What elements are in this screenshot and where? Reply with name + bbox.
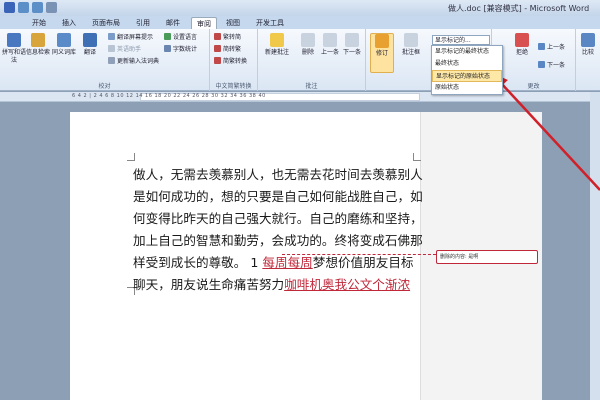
tab-references[interactable]: 引用 [132, 17, 154, 29]
option-final-showing-markup[interactable]: 显示标记的最终状态 [432, 46, 502, 58]
ribbon-tabs: 开始 插入 页面布局 引用 邮件 审阅 视图 开发工具 [0, 16, 600, 29]
english-assistant-button[interactable]: 英语助手 [108, 45, 141, 54]
title-bar: 做人.doc [兼容模式] - Microsoft Word [0, 0, 600, 16]
tab-insert[interactable]: 插入 [58, 17, 80, 29]
print-icon[interactable] [46, 2, 57, 13]
screentip-icon [108, 33, 115, 40]
group-compare: 比较 [576, 29, 600, 91]
dictionary-icon [108, 57, 115, 64]
inserted-text: 咖啡机奥我公文个渐浓 [284, 277, 411, 292]
group-label-comments: 批注 [305, 83, 318, 90]
thesaurus-icon [57, 33, 71, 47]
next-icon [538, 61, 545, 68]
language-icon [164, 33, 171, 40]
word-count-icon [164, 45, 171, 52]
translate-icon [83, 33, 97, 47]
next-change-button[interactable]: 下一条 [538, 61, 565, 70]
document-line: 样受到成长的尊敬。 1 每周每周梦想价值朋友目标 [133, 255, 414, 270]
crop-mark-top-left [127, 153, 135, 161]
group-comments: 新建批注 删除 上一条 下一条 批注 [258, 29, 366, 91]
assistant-icon [108, 45, 115, 52]
group-chinese-conversion: 繁转简 简转繁 简繁转换 中文简繁转换 [210, 29, 258, 91]
spelling-icon [7, 33, 21, 47]
compare-icon [581, 33, 595, 47]
tab-view[interactable]: 视图 [222, 17, 244, 29]
document-line: 加上自己的智慧和勤劳，会成功的。终将变成石佛那 [133, 233, 423, 248]
document-line: 做人，无需去羡慕别人，也无需去花时间去羡慕别人 [133, 167, 423, 182]
delete-icon [301, 33, 315, 47]
balloon-connector [282, 254, 436, 255]
tab-home[interactable]: 开始 [28, 17, 50, 29]
compare-button[interactable]: 比较 [578, 33, 598, 57]
chinese-conversion-button[interactable]: 简繁转换 [214, 57, 247, 66]
convert-icon [214, 33, 221, 40]
next-icon [345, 33, 359, 47]
new-comment-button[interactable]: 新建批注 [262, 33, 292, 57]
group-label-chinese: 中文简繁转换 [215, 83, 252, 90]
inserted-text: 每周每周 [262, 255, 313, 270]
thesaurus-button[interactable]: 同义词库 [52, 33, 76, 57]
delete-comment-button[interactable]: 删除 [296, 33, 320, 57]
document-line: 聊天，朋友说生命痛苦努力咖啡机奥我公文个渐浓 [133, 277, 411, 292]
set-language-button[interactable]: 设置语言 [164, 33, 197, 42]
deletion-balloon[interactable]: 删除的内容: 是啊 [436, 250, 538, 264]
group-label-proofing: 校对 [98, 83, 111, 90]
horizontal-ruler[interactable]: 6 4 2 | 2 4 6 8 10 12 14 16 18 20 22 24 … [0, 92, 600, 102]
balloons-button[interactable]: 批注框 [396, 33, 426, 57]
document-line: 何变得比昨天的自己强大就行。自己的磨练和坚持， [133, 211, 423, 226]
document-body[interactable]: 做人，无需去羡慕别人，也无需去花时间去羡慕别人 是如何成功的，想的只要是自己如何… [133, 164, 423, 296]
tab-mailings[interactable]: 邮件 [162, 17, 184, 29]
previous-change-button[interactable]: 上一条 [538, 43, 565, 52]
group-proofing: 拼写和语法 信息检索 同义词库 翻译 翻译屏幕提示 设置语言 英语助手 字数统计… [0, 29, 210, 91]
previous-comment-button[interactable]: 上一条 [318, 33, 342, 57]
reject-button[interactable]: 拒绝 [510, 33, 534, 57]
research-button[interactable]: 信息检索 [26, 33, 50, 57]
previous-icon [538, 43, 545, 50]
tab-page-layout[interactable]: 页面布局 [88, 17, 124, 29]
ruler-numbers: 6 4 2 | 2 4 6 8 10 12 14 16 18 20 22 24 … [72, 93, 266, 99]
ribbon: 拼写和语法 信息检索 同义词库 翻译 翻译屏幕提示 设置语言 英语助手 字数统计… [0, 29, 600, 91]
group-label-changes: 更改 [527, 83, 540, 90]
redo-icon[interactable] [32, 2, 43, 13]
update-ime-dictionary-button[interactable]: 更新输入法词典 [108, 57, 159, 66]
display-for-review-dropdown: 显示标记的最终状态 最终状态 显示标记的原始状态 原始状态 [431, 45, 503, 95]
next-comment-button[interactable]: 下一条 [340, 33, 364, 57]
quick-access-toolbar [4, 2, 57, 13]
window-title: 做人.doc [兼容模式] - Microsoft Word [448, 4, 590, 13]
group-changes: 拒绝 上一条 下一条 更改 [492, 29, 576, 91]
translation-screentip-button[interactable]: 翻译屏幕提示 [108, 33, 153, 42]
tab-developer[interactable]: 开发工具 [252, 17, 288, 29]
option-original-showing-markup[interactable]: 显示标记的原始状态 [432, 70, 502, 82]
balloon-icon [404, 33, 418, 47]
reject-icon [515, 33, 529, 47]
option-original[interactable]: 原始状态 [432, 82, 502, 94]
document-line: 是如何成功的，想的只要是自己如何能战胜自己，如 [133, 189, 423, 204]
track-changes-button[interactable]: 修订 [370, 33, 394, 73]
save-icon[interactable] [4, 2, 15, 13]
undo-icon[interactable] [18, 2, 29, 13]
research-icon [31, 33, 45, 47]
previous-icon [323, 33, 337, 47]
option-final[interactable]: 最终状态 [432, 58, 502, 70]
comment-icon [270, 33, 284, 47]
convert-icon [214, 45, 221, 52]
vertical-scrollbar[interactable] [590, 92, 600, 400]
convert-icon [214, 57, 221, 64]
translate-button[interactable]: 翻译 [78, 33, 102, 57]
tab-review[interactable]: 审阅 [191, 17, 217, 29]
crop-mark-top-right [413, 153, 421, 161]
traditional-to-simplified-button[interactable]: 繁转简 [214, 33, 241, 42]
display-for-review-select[interactable]: 显示标记的... [432, 35, 490, 45]
simplified-to-traditional-button[interactable]: 简转繁 [214, 45, 241, 54]
word-count-button[interactable]: 字数统计 [164, 45, 197, 54]
spelling-grammar-button[interactable]: 拼写和语法 [2, 33, 26, 65]
track-changes-icon [375, 34, 389, 48]
